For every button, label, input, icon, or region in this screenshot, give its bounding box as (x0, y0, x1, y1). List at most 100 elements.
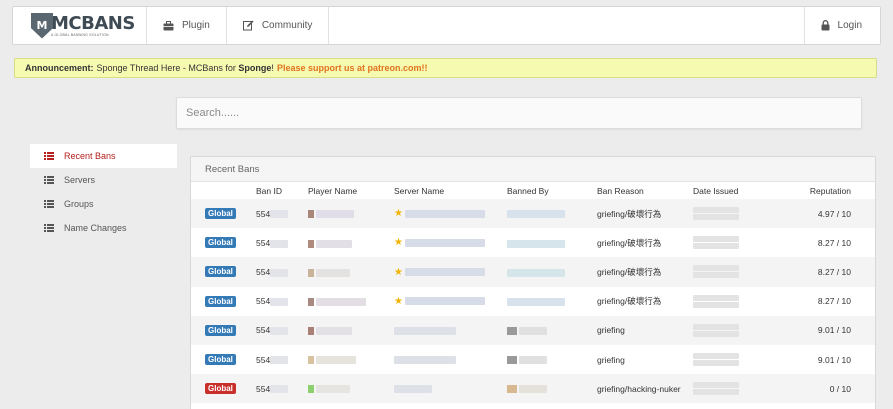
player-name-redacted[interactable] (308, 287, 394, 316)
logo-letter: M (36, 19, 48, 32)
banned-by-redacted[interactable] (507, 257, 597, 286)
ban-reason: griefing/hacking-nuker (597, 383, 681, 394)
player-name-redacted[interactable] (308, 374, 394, 403)
date-issued-redacted (693, 287, 795, 316)
table-row[interactable]: Global 554 ★ griefing/破壞行為 8.27 / 10 (191, 287, 875, 316)
edit-icon (242, 20, 254, 31)
nav-plugin[interactable]: Plugin (147, 7, 227, 44)
date-issued-redacted (693, 345, 795, 374)
bans-table: Ban ID Player Name Server Name Banned By… (191, 182, 875, 404)
list-icon (44, 224, 54, 232)
list-icon (44, 152, 54, 160)
ban-reason: griefing/破壞行為 (597, 296, 662, 307)
ban-id[interactable]: 554 (256, 296, 270, 306)
global-badge: Global (205, 208, 236, 220)
sidebar-item-label: Servers (64, 175, 96, 185)
table-row[interactable]: Global 554 ★ griefing/破壞行為 8.27 / 10 (191, 228, 875, 257)
server-name-redacted[interactable] (394, 316, 507, 345)
list-icon (44, 176, 54, 184)
player-name-redacted[interactable] (308, 316, 394, 345)
announcement-label: Announcement: (25, 63, 94, 73)
sidebar-item-name-changes[interactable]: Name Changes (30, 216, 177, 240)
server-name-redacted[interactable] (394, 345, 507, 374)
global-badge: Global (205, 266, 236, 278)
ban-id[interactable]: 554 (256, 209, 270, 219)
sidebar-item-recent-bans[interactable]: Recent Bans (30, 144, 177, 168)
col-server-name: Server Name (394, 185, 445, 196)
star-icon: ★ (394, 208, 403, 220)
table-row[interactable]: Global 554 griefing/hacking-nuker 0 / 10 (191, 374, 875, 404)
banned-by-redacted[interactable] (507, 228, 597, 257)
col-player-name: Player Name (308, 185, 358, 196)
table-row[interactable]: Global 554 ★ griefing/破壞行為 8.27 / 10 (191, 257, 875, 287)
col-reputation: Reputation (809, 185, 851, 196)
sidebar-item-label: Recent Bans (64, 151, 116, 161)
ban-id[interactable]: 554 (256, 325, 270, 335)
table-header-row: Ban ID Player Name Server Name Banned By… (191, 182, 875, 199)
login-label: Login (837, 20, 862, 31)
ban-id[interactable]: 554 (256, 355, 270, 365)
patreon-link[interactable]: Please support us at patreon.com!! (277, 63, 428, 73)
banned-by-redacted[interactable] (507, 345, 597, 374)
player-name-redacted[interactable] (308, 199, 394, 228)
reputation: 8.27 / 10 (817, 266, 851, 277)
table-row[interactable]: Global 554 griefing 9.01 / 10 (191, 345, 875, 374)
global-badge: Global (205, 324, 236, 336)
login-button[interactable]: Login (803, 7, 880, 44)
banned-by-redacted[interactable] (507, 316, 597, 345)
server-name-redacted[interactable]: ★ (394, 257, 507, 286)
star-icon: ★ (394, 237, 403, 249)
player-name-redacted[interactable] (308, 345, 394, 374)
announcement-exclaim: ! (271, 63, 274, 73)
recent-bans-panel: Recent Bans Ban ID Player Name Server Na… (190, 156, 876, 409)
banned-by-redacted[interactable] (507, 287, 597, 316)
ban-reason: griefing/破壞行為 (597, 237, 662, 248)
sidebar-item-groups[interactable]: Groups (30, 192, 177, 216)
reputation: 8.27 / 10 (817, 237, 851, 248)
brand-logo[interactable]: M MCBANS A GLOBAL BANNING SOLUTION (13, 7, 147, 44)
ban-id[interactable]: 554 (256, 384, 270, 394)
reputation: 9.01 / 10 (817, 325, 851, 336)
date-issued-redacted (693, 257, 795, 286)
server-name-redacted[interactable]: ★ (394, 228, 507, 257)
col-scope (191, 182, 256, 199)
server-name-redacted[interactable] (394, 374, 507, 403)
date-issued-redacted (693, 199, 795, 228)
date-issued-redacted (693, 316, 795, 345)
ban-reason: griefing (597, 325, 625, 336)
reputation: 4.97 / 10 (817, 208, 851, 219)
star-icon: ★ (394, 295, 403, 307)
redacted-id (270, 210, 289, 219)
player-name-redacted[interactable] (308, 228, 394, 257)
ban-id[interactable]: 554 (256, 238, 270, 248)
announcement-sponge: Sponge (238, 63, 272, 73)
lock-icon (821, 20, 830, 31)
ban-id[interactable]: 554 (256, 267, 270, 277)
announcement-link[interactable]: Sponge Thread Here - MCBans for Sponge! (97, 63, 274, 73)
server-name-redacted[interactable]: ★ (394, 199, 507, 228)
sidebar-item-label: Name Changes (64, 223, 127, 233)
star-icon: ★ (394, 266, 403, 278)
player-name-redacted[interactable] (308, 257, 394, 286)
nav-plugin-label: Plugin (182, 20, 210, 31)
table-row[interactable]: Global 554 griefing 9.01 / 10 (191, 315, 875, 345)
announcement-bar: Announcement: Sponge Thread Here - MCBan… (14, 58, 877, 78)
redacted-id (270, 297, 289, 306)
sidebar-item-servers[interactable]: Servers (30, 168, 177, 192)
reputation: 0 / 10 (829, 383, 851, 394)
search-input[interactable] (176, 97, 862, 129)
banned-by-redacted[interactable] (507, 374, 597, 403)
banned-by-redacted[interactable] (507, 199, 597, 228)
top-navbar: M MCBANS A GLOBAL BANNING SOLUTION Plugi… (12, 6, 881, 45)
ban-reason: griefing/破壞行為 (597, 266, 662, 277)
nav-community[interactable]: Community (227, 7, 330, 44)
ban-reason: griefing (597, 354, 625, 365)
global-badge: Global (205, 383, 236, 395)
table-row[interactable]: Global 554 ★ griefing/破壞行為 4.97 / 10 (191, 199, 875, 229)
col-date-issued: Date Issued (693, 185, 739, 196)
server-name-redacted[interactable]: ★ (394, 287, 507, 316)
mcbans-logo: M MCBANS A GLOBAL BANNING SOLUTION (31, 12, 135, 39)
redacted-id (270, 327, 289, 336)
reputation: 8.27 / 10 (817, 296, 851, 307)
col-banned-by: Banned By (507, 185, 549, 196)
